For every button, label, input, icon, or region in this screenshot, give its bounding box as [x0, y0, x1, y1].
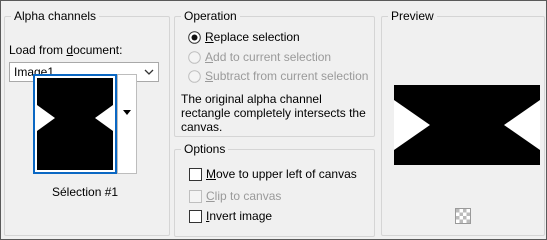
operation-title: Operation [181, 8, 240, 24]
selection-name-label: Sélection #1 [52, 185, 119, 199]
add-to-selection-radio[interactable] [188, 51, 201, 64]
preview-canvas [394, 85, 540, 165]
add-to-selection-label[interactable]: Add to current selection [205, 49, 331, 65]
preview-graphic [394, 85, 540, 165]
clip-to-canvas-checkbox[interactable] [189, 190, 202, 203]
subtract-from-selection-radio[interactable] [188, 70, 201, 83]
invert-image-label[interactable]: Invert image [206, 208, 272, 224]
clip-to-canvas-label[interactable]: Clip to canvas [206, 188, 281, 204]
move-to-upper-left-label[interactable]: Move to upper left of canvas [206, 166, 357, 182]
preview-title: Preview [388, 8, 437, 24]
thumbnail-image [37, 78, 113, 170]
replace-selection-radio[interactable] [188, 31, 201, 44]
invert-image-checkbox[interactable] [189, 210, 202, 223]
replace-selection-label[interactable]: Replace selection [205, 29, 300, 45]
transparency-checker-icon [455, 208, 471, 224]
alpha-channels-title: Alpha channels [11, 8, 100, 24]
options-title: Options [181, 141, 229, 157]
alpha-channel-thumbnail[interactable] [33, 74, 117, 174]
thumbnail-graphic [37, 78, 113, 170]
caret-down-icon [123, 110, 131, 115]
move-to-upper-left-checkbox[interactable] [189, 168, 202, 181]
operation-description: The original alpha channel rectangle com… [181, 92, 366, 134]
subtract-from-selection-label[interactable]: Subtract from current selection [205, 68, 368, 84]
chevron-down-icon [144, 69, 154, 75]
thumbnail-dropdown-button[interactable] [117, 74, 137, 174]
load-from-document-label: Load from document: [9, 43, 123, 57]
